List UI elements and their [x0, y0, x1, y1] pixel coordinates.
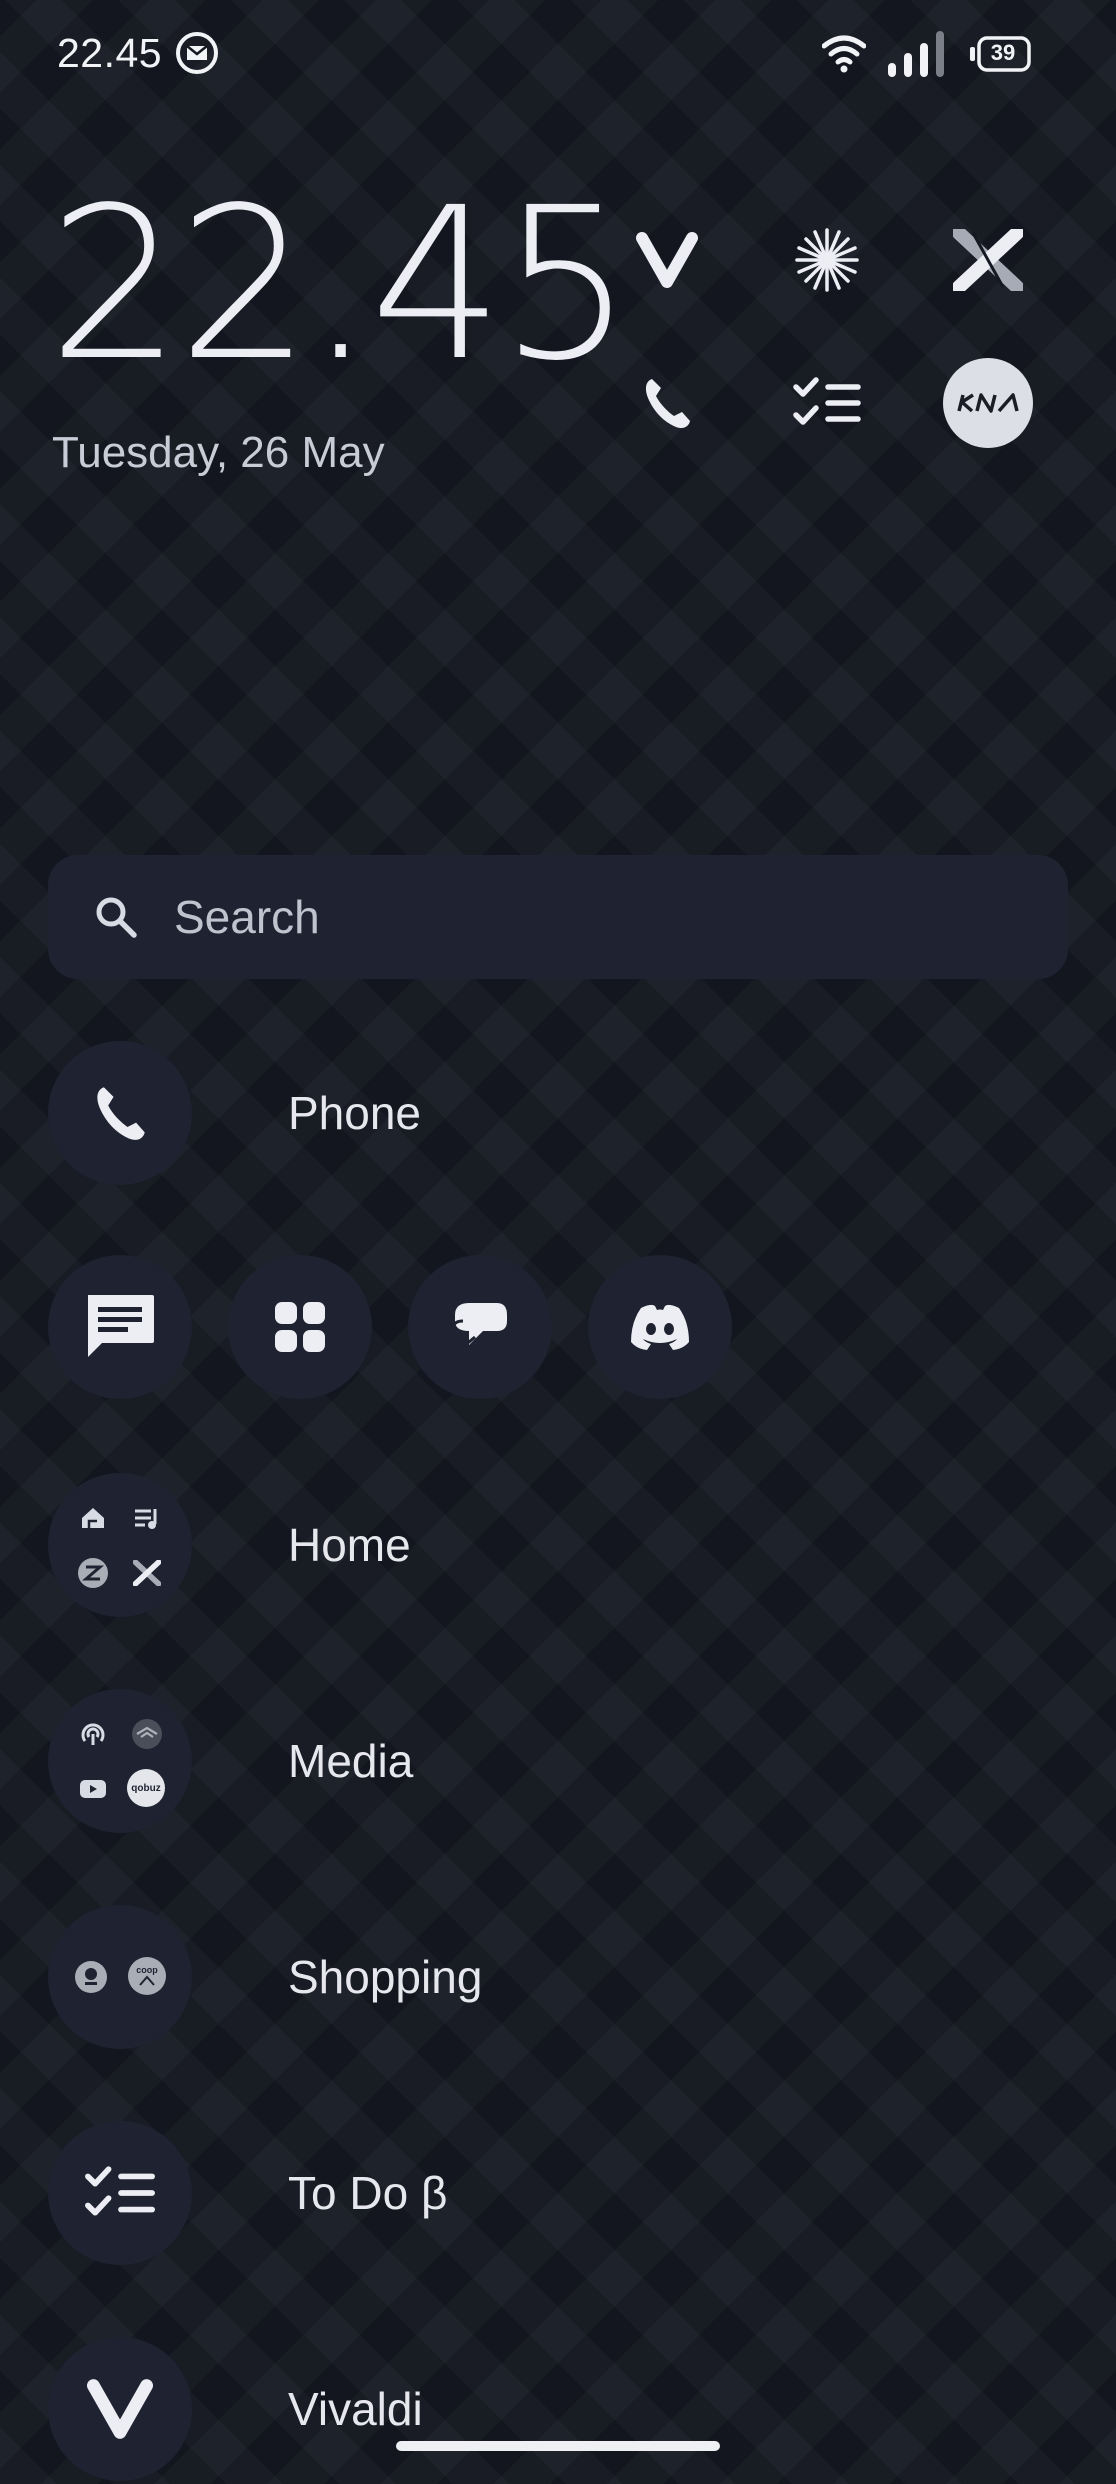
message-icon [88, 1295, 154, 1357]
folder-media[interactable]: qobuz Media [48, 1688, 1048, 1834]
todo-shortcut[interactable] [782, 358, 872, 448]
checklist-icon [85, 2166, 155, 2216]
home-folder-icon [48, 1473, 192, 1617]
checklist-icon [793, 377, 861, 425]
smart-home-icon [76, 1501, 110, 1535]
app-vivaldi[interactable]: Vivaldi [48, 2336, 1048, 2482]
grid-icon [275, 1302, 325, 1352]
x-icon [953, 229, 1023, 291]
folder-home[interactable]: Home [48, 1472, 1048, 1618]
store-icon [74, 1960, 108, 1994]
kia-shortcut[interactable] [943, 358, 1033, 448]
coop-label: coop [136, 1964, 158, 1975]
starburst-shortcut[interactable] [782, 215, 872, 305]
app-grid-app[interactable] [228, 1255, 372, 1399]
status-time: 22.45 [57, 30, 163, 76]
search-bar[interactable] [48, 855, 1068, 979]
app-label-todo: To Do β [288, 2167, 448, 2219]
app-label-media: Media [288, 1735, 414, 1787]
vivaldi-icon [636, 232, 698, 288]
z-app-icon [76, 1556, 110, 1590]
shopping-folder-icon: coop [48, 1905, 192, 2049]
phone-icon [645, 379, 690, 429]
search-input[interactable] [174, 887, 974, 947]
chat-app[interactable] [408, 1255, 552, 1399]
phone-shortcut[interactable] [622, 358, 712, 448]
audible-icon [130, 1717, 164, 1751]
kia-icon [957, 393, 1019, 413]
chat-bubble-icon [451, 1303, 507, 1351]
vivaldi-app-icon [48, 2337, 192, 2481]
phone-app-icon [48, 1041, 192, 1185]
discord-app[interactable] [588, 1255, 732, 1399]
date-widget[interactable]: Tuesday, 26 May [52, 428, 385, 478]
favorites-row [48, 1255, 732, 1399]
wifi-icon [822, 35, 866, 73]
vivaldi-icon [87, 2379, 153, 2439]
messages-app[interactable] [48, 1255, 192, 1399]
youtube-icon [76, 1772, 110, 1806]
todo-app-icon [48, 2121, 192, 2265]
signal-icon [888, 31, 944, 77]
battery-percent: 39 [990, 40, 1016, 65]
app-label-shopping: Shopping [288, 1951, 483, 2003]
folder-shopping[interactable]: coop Shopping [48, 1904, 1048, 2050]
x-app-shortcut[interactable] [943, 215, 1033, 305]
playlist-icon [130, 1501, 164, 1535]
podcast-icon [76, 1717, 110, 1751]
coop-icon: coop [128, 1957, 166, 1995]
x-mini-icon [130, 1556, 164, 1590]
search-icon [96, 897, 137, 938]
app-phone[interactable]: Phone [48, 1040, 1048, 1186]
starburst-icon [795, 228, 859, 292]
phone-icon [97, 1087, 145, 1140]
clock-widget[interactable]: 22.45 [48, 180, 633, 390]
app-todo[interactable]: To Do β [48, 2120, 1048, 2266]
discord-icon [631, 1304, 689, 1350]
battery-icon: 39 [970, 36, 1032, 72]
qobuz-label: qobuz [131, 1782, 161, 1794]
media-folder-icon: qobuz [48, 1689, 192, 1833]
gesture-home-bar[interactable] [396, 2441, 720, 2451]
app-label-phone: Phone [288, 1087, 422, 1139]
qobuz-icon: qobuz [127, 1769, 165, 1807]
vivaldi-shortcut[interactable] [622, 215, 712, 305]
mail-notification-icon [176, 32, 218, 74]
app-label-home: Home [288, 1519, 411, 1571]
app-label-vivaldi: Vivaldi [288, 2383, 423, 2435]
